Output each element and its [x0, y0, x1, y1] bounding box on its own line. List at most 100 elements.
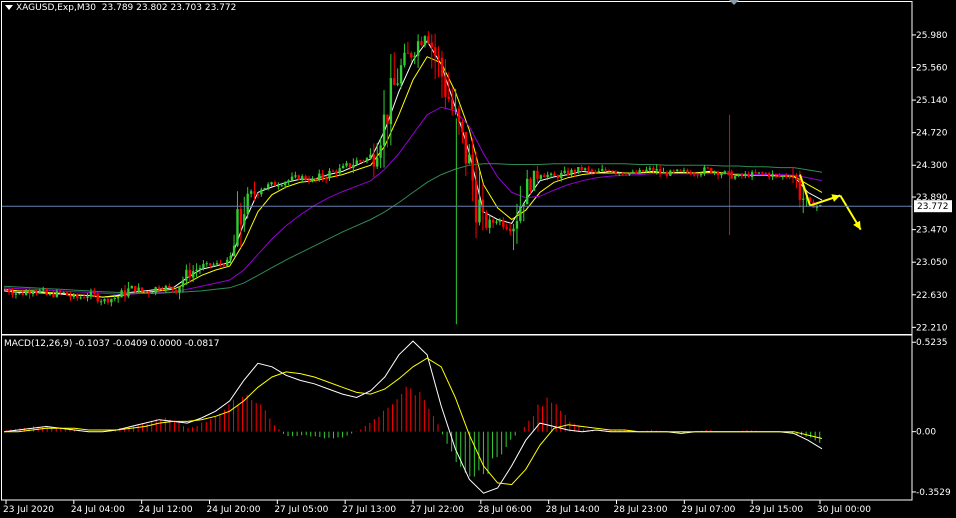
candle	[696, 173, 699, 179]
candle-body	[358, 160, 362, 162]
candle-body	[430, 42, 433, 48]
candle-body	[198, 268, 202, 270]
dropdown-triangle-icon[interactable]	[5, 5, 13, 10]
candle	[539, 174, 543, 181]
candle-body	[491, 219, 495, 223]
time-tick-label: 29 Jul 07:00	[681, 505, 735, 515]
candle-body	[590, 169, 594, 172]
time-tick-label: 27 Jul 13:00	[342, 505, 396, 515]
candle-body	[62, 292, 65, 294]
candle-body	[444, 76, 447, 97]
candle-body	[318, 173, 321, 180]
candle-body	[188, 269, 191, 278]
candle-body	[447, 96, 450, 100]
candle	[621, 172, 624, 176]
candle	[491, 217, 495, 228]
candle	[675, 169, 679, 172]
candle-body	[386, 114, 389, 125]
candle	[597, 168, 600, 173]
candle	[771, 170, 774, 181]
candle	[706, 166, 710, 169]
candle	[72, 293, 76, 300]
candle-body	[795, 178, 798, 180]
candle	[331, 169, 335, 172]
candle-body	[771, 173, 774, 177]
candle	[532, 170, 536, 191]
candle-body	[45, 289, 48, 295]
candle	[382, 90, 386, 168]
one-click-trading-triangle-icon[interactable]	[729, 0, 739, 5]
candle	[157, 285, 161, 291]
candle	[86, 293, 89, 302]
candle-body	[498, 220, 502, 222]
candle-body	[665, 172, 669, 176]
candle-body	[573, 169, 577, 173]
candle-body	[788, 176, 791, 178]
candle	[485, 210, 488, 230]
candle	[195, 263, 198, 278]
candles	[4, 31, 822, 325]
candle	[498, 218, 502, 226]
candle-body	[563, 170, 566, 173]
candle	[174, 289, 178, 295]
price-tick-label: 22.630	[916, 291, 948, 301]
candle-body	[508, 228, 512, 232]
candle-body	[86, 296, 89, 298]
forecast-arrow	[799, 174, 862, 231]
candle-body	[403, 52, 406, 66]
macd-tick-label: -0.3529	[916, 488, 951, 498]
candle-body	[31, 291, 35, 295]
candle-body	[611, 170, 614, 172]
candle	[379, 138, 382, 169]
candle	[710, 167, 713, 174]
candle-body	[423, 36, 427, 46]
moving-average-ma_slow	[3, 106, 823, 295]
candle	[103, 298, 106, 304]
signal-line	[4, 357, 823, 486]
candle	[168, 283, 171, 289]
candle-body	[314, 178, 318, 180]
candle-body	[379, 145, 382, 158]
candle	[123, 284, 127, 302]
candle	[130, 285, 134, 289]
current-price-label: 23.772	[917, 202, 949, 212]
candle	[236, 191, 239, 247]
candle-body	[635, 171, 638, 173]
candle	[96, 291, 99, 304]
candle	[536, 165, 539, 185]
candle-body	[209, 263, 212, 266]
candle-body	[406, 52, 410, 54]
candle	[188, 262, 191, 283]
candle	[420, 36, 423, 47]
candle-body	[692, 174, 696, 176]
candle	[89, 288, 93, 300]
candle-body	[440, 57, 444, 77]
candle	[461, 120, 464, 144]
candle-body	[723, 171, 727, 174]
candle-body	[345, 163, 348, 166]
candle	[427, 31, 430, 45]
price-tick-label: 23.050	[916, 258, 948, 268]
candle-body	[461, 121, 464, 132]
candle-body	[689, 172, 692, 175]
candle-body	[495, 221, 498, 223]
candle-body	[277, 185, 280, 187]
candle	[185, 264, 188, 285]
candle	[65, 291, 69, 296]
price-tick-label: 22.210	[916, 323, 948, 333]
time-tick-label: 29 Jul 15:00	[749, 505, 803, 515]
candle-body	[641, 169, 645, 172]
candle	[416, 34, 420, 68]
candle	[502, 217, 505, 230]
symbol-label: XAGUSD,Exp,M30	[16, 3, 97, 13]
candle	[403, 43, 406, 68]
candle-body	[96, 293, 99, 302]
price-tick-label: 25.140	[916, 96, 948, 106]
candle-body	[669, 170, 672, 176]
candle-body	[774, 173, 778, 176]
candle-body	[24, 291, 28, 295]
candle-body	[696, 174, 699, 176]
price-tick-label: 24.300	[916, 161, 948, 171]
candle	[716, 170, 720, 180]
candle	[324, 175, 328, 184]
